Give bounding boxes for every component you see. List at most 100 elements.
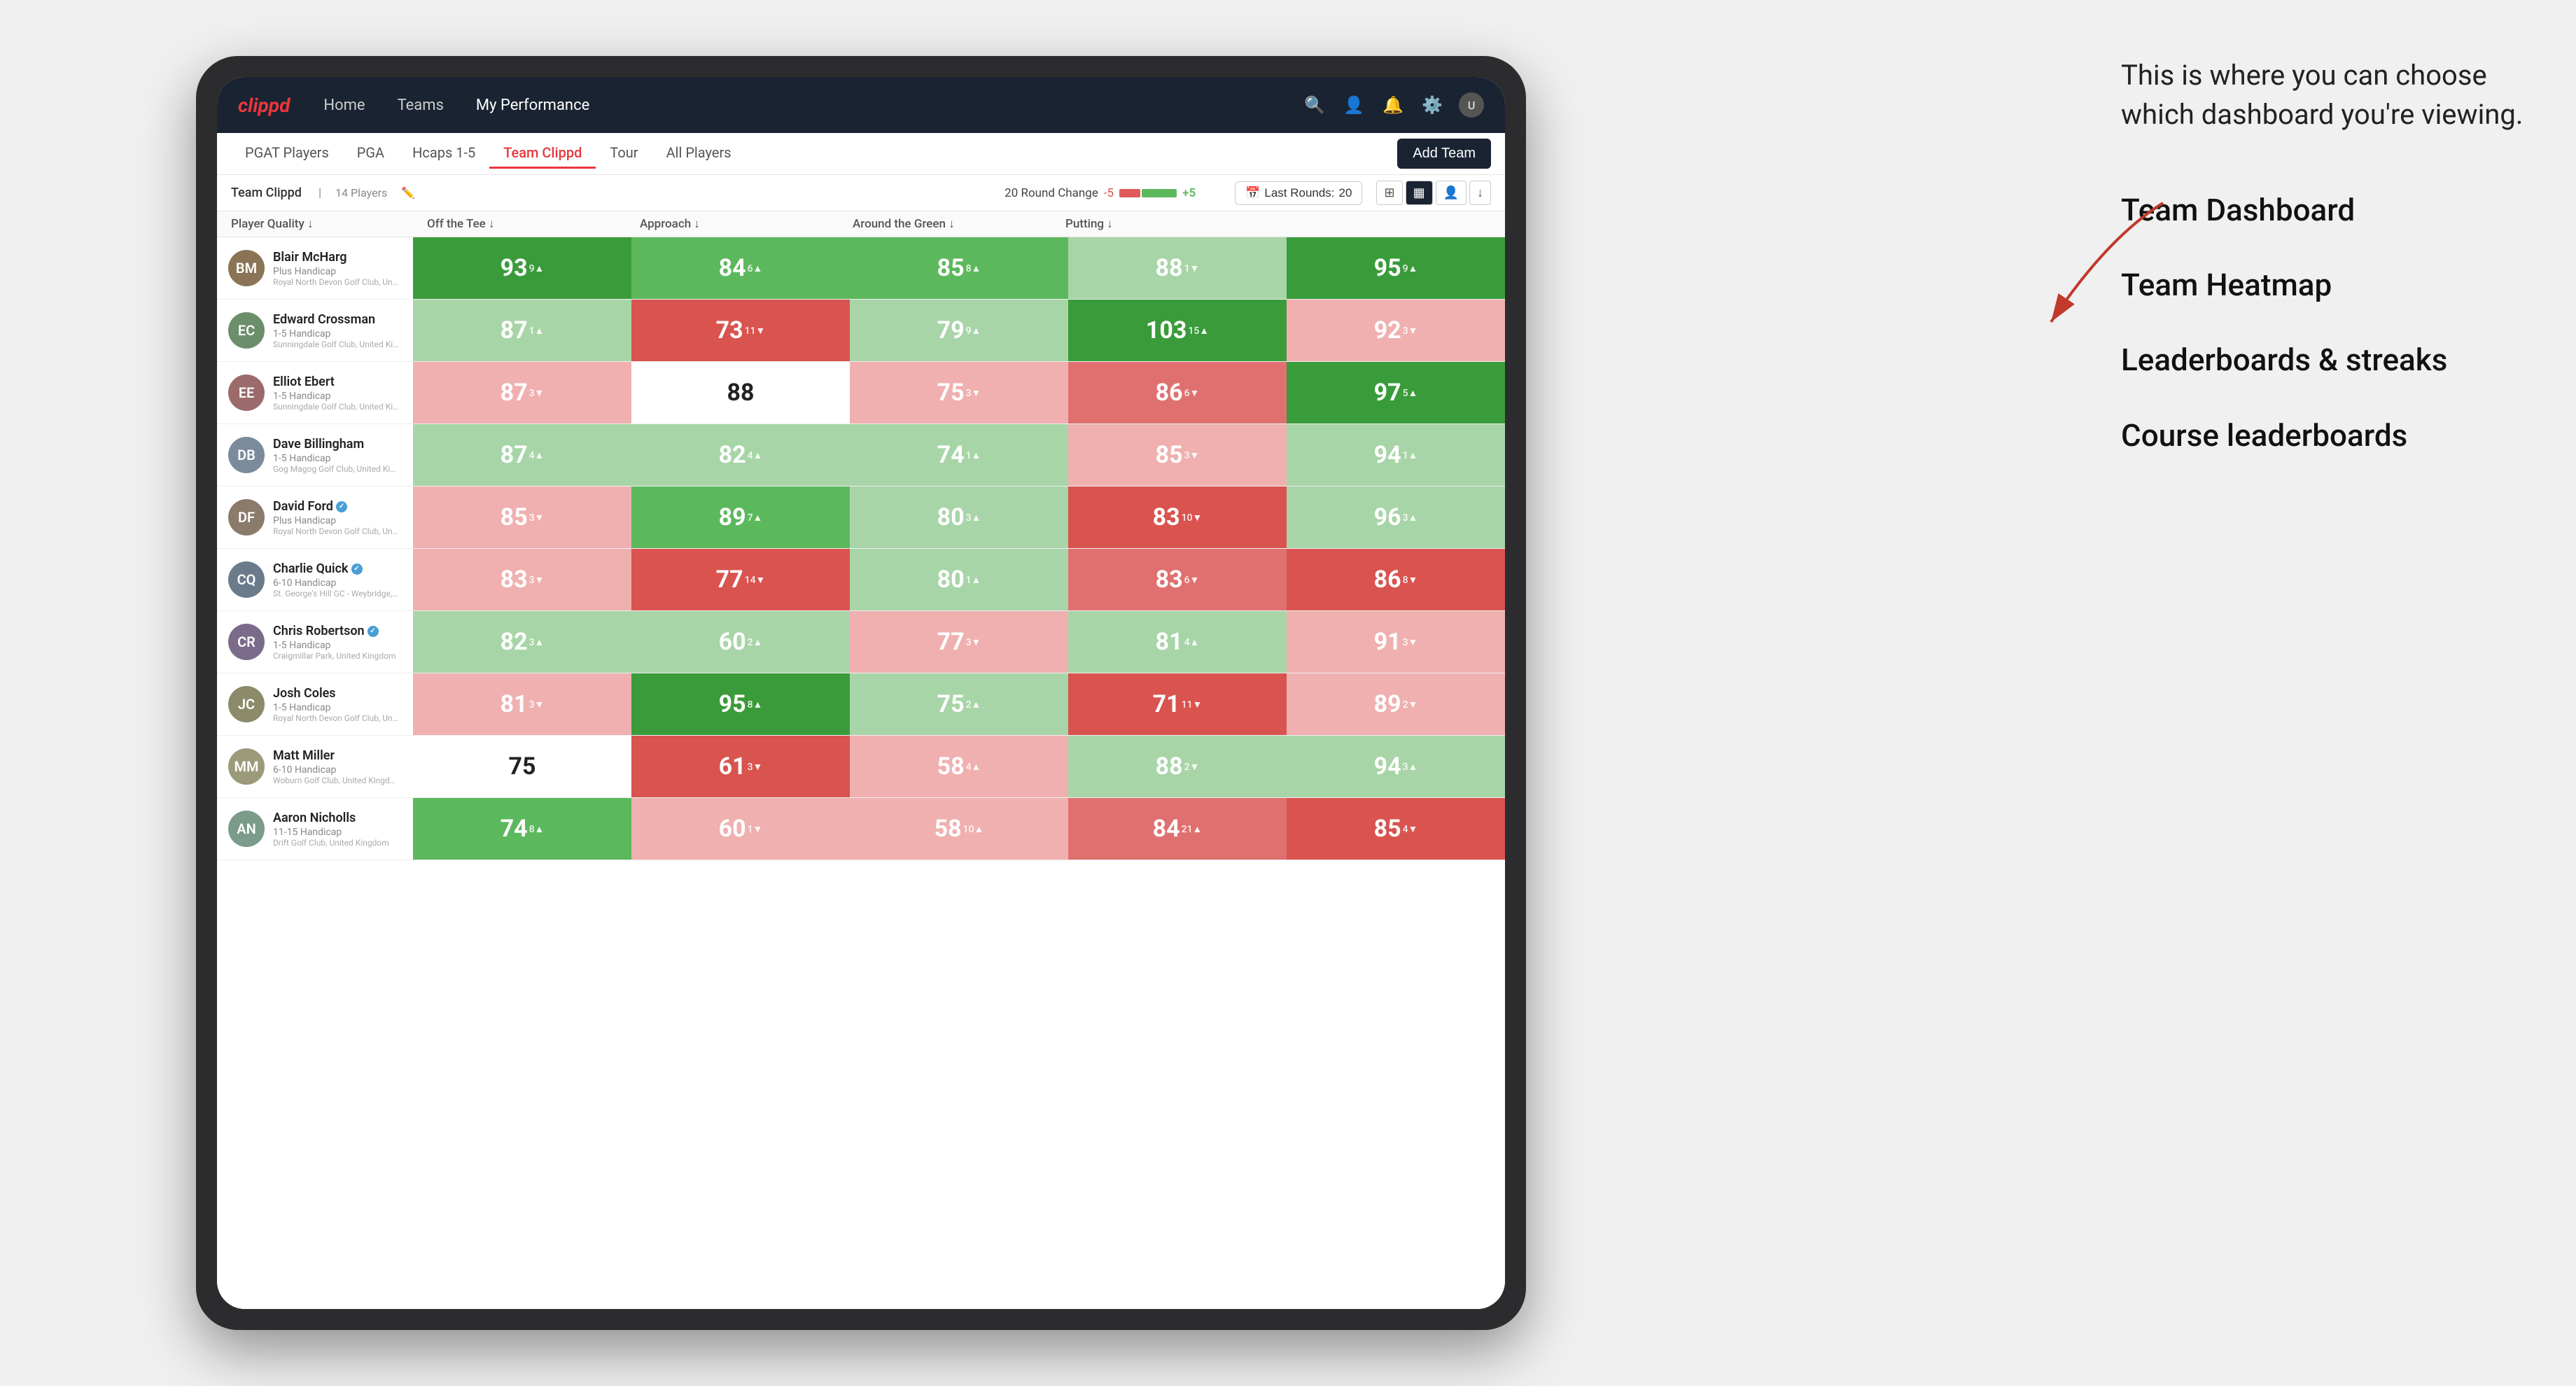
player-cell: ECEdward Crossman1-5 HandicapSunningdale… (217, 305, 413, 356)
nav-my-performance[interactable]: My Performance (470, 94, 595, 117)
score-change: 3▼ (1184, 449, 1200, 461)
tab-hcaps[interactable]: Hcaps 1-5 (398, 139, 489, 169)
tab-all-players[interactable]: All Players (652, 139, 746, 169)
score-change: 3▲ (1403, 512, 1418, 524)
score-cell-0: 871▲ (413, 300, 631, 361)
table-row[interactable]: CQCharlie Quick✓6-10 HandicapSt. George'… (217, 549, 1505, 611)
score-value: 92 (1374, 316, 1401, 344)
score-cell-4: 854▼ (1287, 798, 1505, 860)
score-change: 3▼ (1403, 325, 1418, 337)
player-cell: EEElliot Ebert1-5 HandicapSunningdale Go… (217, 368, 413, 419)
score-value: 95 (719, 690, 746, 718)
score-box: 813▼ (413, 673, 631, 735)
tab-pgat-players[interactable]: PGAT Players (231, 139, 343, 169)
tab-bar: PGAT Players PGA Hcaps 1-5 Team Clippd T… (217, 133, 1505, 175)
player-handicap: 11-15 Handicap (273, 827, 389, 838)
score-cell-3: 8310▼ (1068, 486, 1287, 548)
score-value: 93 (500, 254, 528, 282)
view-heatmap-button[interactable]: ▦ (1406, 181, 1433, 205)
score-value: 60 (719, 628, 746, 656)
view-download-button[interactable]: ↓ (1469, 181, 1491, 205)
table-row[interactable]: ECEdward Crossman1-5 HandicapSunningdale… (217, 300, 1505, 362)
nav-teams[interactable]: Teams (392, 94, 449, 117)
nav-home[interactable]: Home (318, 94, 370, 117)
verified-icon: ✓ (351, 564, 363, 575)
score-box: 854▼ (1287, 798, 1505, 860)
table-row[interactable]: DFDavid Ford✓Plus HandicapRoyal North De… (217, 486, 1505, 549)
score-change: 1▼ (748, 823, 763, 835)
score-cell-1: 7311▼ (631, 300, 850, 361)
score-value: 83 (1156, 566, 1183, 594)
search-icon[interactable]: 🔍 (1302, 92, 1327, 118)
bell-icon[interactable]: 🔔 (1380, 92, 1406, 118)
table-row[interactable]: EEElliot Ebert1-5 HandicapSunningdale Go… (217, 362, 1505, 424)
tab-tour[interactable]: Tour (596, 139, 652, 169)
edit-icon[interactable]: ✏️ (401, 186, 415, 200)
score-change: 2▼ (1403, 699, 1418, 710)
user-icon[interactable]: 👤 (1341, 92, 1366, 118)
nav-items: Home Teams My Performance (318, 94, 1302, 117)
score-cell-2: 752▲ (850, 673, 1068, 735)
table-row[interactable]: BMBlair McHargPlus HandicapRoyal North D… (217, 237, 1505, 300)
score-change: 3▼ (966, 387, 981, 399)
score-change: 10▲ (963, 823, 984, 835)
table-row[interactable]: CRChris Robertson✓1-5 HandicapCraigmilla… (217, 611, 1505, 673)
player-info: Aaron Nicholls11-15 HandicapDrift Golf C… (273, 811, 389, 848)
player-handicap: 1-5 Handicap (273, 391, 399, 402)
score-change: 4▲ (529, 449, 545, 461)
sub-bar: Team Clippd | 14 Players ✏️ 20 Round Cha… (217, 175, 1505, 211)
table-row[interactable]: DBDave Billingham1-5 HandicapGog Magog G… (217, 424, 1505, 486)
score-box: 853▼ (413, 486, 631, 548)
score-change: 3▲ (966, 512, 981, 524)
player-handicap: 1-5 Handicap (273, 328, 399, 340)
score-value: 86 (1156, 379, 1183, 407)
logo: clippd (238, 94, 290, 117)
score-change: 1▲ (966, 449, 981, 461)
score-change: 11▼ (1182, 699, 1203, 710)
score-cell-0: 853▼ (413, 486, 631, 548)
tab-team-clippd[interactable]: Team Clippd (489, 139, 596, 169)
score-cell-0: 874▲ (413, 424, 631, 486)
player-club: Royal North Devon Golf Club, United King… (273, 713, 399, 723)
score-change: 1▼ (1184, 262, 1200, 274)
score-box: 10315▲ (1068, 300, 1287, 361)
player-info: Charlie Quick✓6-10 HandicapSt. George's … (273, 561, 399, 598)
score-change: 4▲ (1184, 636, 1200, 648)
score-cell-1: 958▲ (631, 673, 850, 735)
tabs: PGAT Players PGA Hcaps 1-5 Team Clippd T… (231, 139, 746, 169)
score-cell-2: 741▲ (850, 424, 1068, 486)
score-value: 82 (719, 441, 746, 469)
player-avatar: DF (228, 499, 265, 536)
player-cell: JCJosh Coles1-5 HandicapRoyal North Devo… (217, 679, 413, 730)
table-row[interactable]: ANAaron Nicholls11-15 HandicapDrift Golf… (217, 798, 1505, 860)
player-handicap: 6-10 Handicap (273, 578, 399, 589)
avatar[interactable]: U (1459, 92, 1484, 118)
change-bar (1119, 189, 1177, 197)
score-box: 868▼ (1287, 549, 1505, 610)
add-team-button[interactable]: Add Team (1397, 139, 1491, 169)
score-change: 3▼ (748, 761, 763, 773)
score-cell-4: 913▼ (1287, 611, 1505, 673)
score-cell-1: 88 (631, 362, 850, 424)
score-cell-0: 939▲ (413, 237, 631, 299)
view-person-button[interactable]: 👤 (1436, 181, 1466, 205)
score-value: 60 (719, 815, 746, 843)
player-club: Sunningdale Golf Club, United Kingdom (273, 402, 399, 412)
col-approach: Approach ↓ (640, 217, 853, 231)
table-row[interactable]: JCJosh Coles1-5 HandicapRoyal North Devo… (217, 673, 1505, 736)
score-cell-1: 7714▼ (631, 549, 850, 610)
score-value: 88 (1156, 752, 1183, 780)
annotation-panel: This is where you can choose which dashb… (2121, 56, 2555, 491)
player-avatar: CR (228, 624, 265, 660)
score-cell-0: 75 (413, 736, 631, 797)
score-value: 85 (1374, 815, 1401, 843)
score-box: 853▼ (1068, 424, 1287, 486)
settings-icon[interactable]: ⚙️ (1420, 92, 1445, 118)
tab-pga[interactable]: PGA (343, 139, 398, 169)
dashboard-options: Team Dashboard Team Heatmap Leaderboards… (2121, 190, 2555, 456)
score-cell-0: 823▲ (413, 611, 631, 673)
table-row[interactable]: MMMatt Miller6-10 HandicapWoburn Golf Cl… (217, 736, 1505, 798)
last-rounds-button[interactable]: 📅 Last Rounds: 20 (1235, 181, 1362, 205)
view-grid-button[interactable]: ⊞ (1376, 181, 1402, 205)
score-cell-3: 866▼ (1068, 362, 1287, 424)
